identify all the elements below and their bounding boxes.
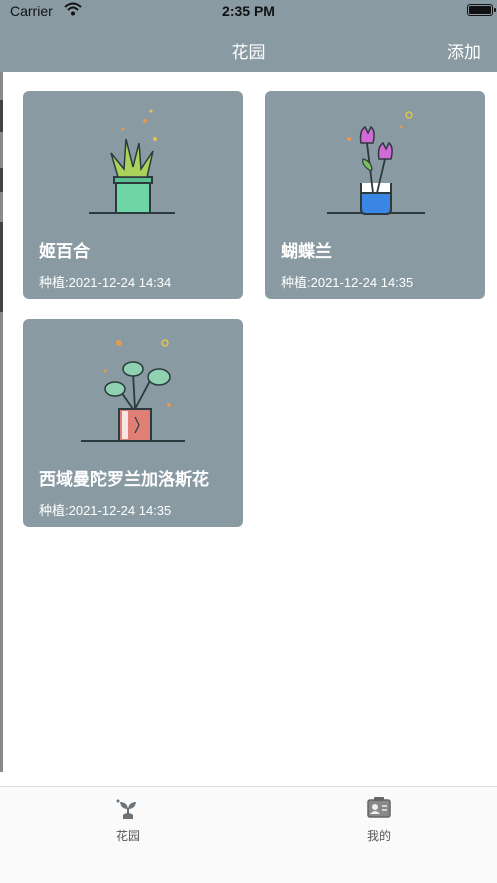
plant-name: 西域曼陀罗兰加洛斯花 (39, 470, 209, 489)
plant-date: 种植:2021-12-24 14:34 (39, 275, 172, 290)
tab-profile[interactable]: 我的 (339, 795, 419, 845)
tab-bar: 花园 我的 (0, 786, 497, 883)
add-button[interactable]: 添加 (447, 38, 481, 63)
status-bar: Carrier 2:35 PM (0, 0, 497, 22)
page-title: 花园 (231, 43, 266, 62)
plant-date: 种植:2021-12-24 14:35 (281, 275, 414, 290)
monstera-pot-icon (81, 339, 185, 442)
plant-card[interactable]: 蝴蝶兰 种植:2021-12-24 14:35 (265, 91, 485, 299)
snake-plant-pot-icon (89, 109, 175, 214)
navigation-bar: Carrier 2:35 PM 花园 添加 (0, 0, 497, 72)
clock: 2:35 PM (222, 3, 275, 19)
plant-date: 种植:2021-12-24 14:35 (39, 503, 172, 518)
plant-name: 蝴蝶兰 (281, 242, 332, 261)
tab-garden-label: 花园 (115, 829, 140, 843)
plant-card[interactable]: 西域曼陀罗兰加洛斯花 种植:2021-12-24 14:35 (23, 319, 243, 527)
battery-icon (467, 4, 496, 16)
plant-card[interactable]: 姬百合 种植:2021-12-24 14:34 (23, 91, 243, 299)
tab-profile-label: 我的 (366, 829, 391, 843)
left-edge-divider (0, 72, 3, 772)
plant-name: 姬百合 (39, 242, 90, 261)
tab-garden[interactable]: 花园 (88, 795, 168, 845)
tulip-vase-icon (327, 111, 425, 215)
profile-card-icon (367, 797, 391, 818)
plant-sprout-icon (116, 799, 136, 819)
